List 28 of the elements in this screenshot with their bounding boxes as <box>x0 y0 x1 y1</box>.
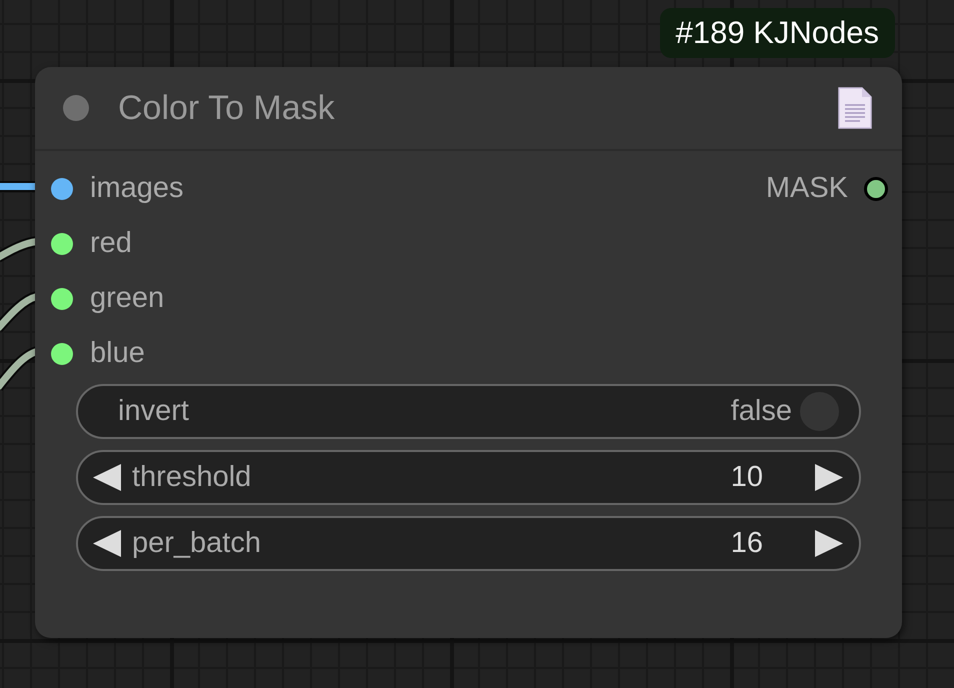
input-label: images <box>90 172 184 205</box>
node-card[interactable]: Color To Mask images MASK red green blue invert false threshold 10 per_batch 16 <box>35 67 902 638</box>
input-label: blue <box>90 337 145 370</box>
input-label: green <box>90 282 164 315</box>
round-dot-icon[interactable] <box>63 95 89 121</box>
input-socket-icon[interactable] <box>51 288 73 310</box>
left-arrow-icon[interactable] <box>93 464 121 491</box>
number-widget[interactable]: per_batch 16 <box>76 516 861 571</box>
node-badge: #189 KJNodes <box>660 8 895 58</box>
widget-label: per_batch <box>132 527 261 560</box>
right-arrow-icon[interactable] <box>815 464 843 491</box>
input-label: red <box>90 227 132 260</box>
document-icon[interactable] <box>838 87 872 129</box>
toggle-widget[interactable]: invert false <box>76 384 861 439</box>
widget-value: 10 <box>730 461 763 494</box>
left-arrow-icon[interactable] <box>93 530 121 557</box>
input-socket-icon[interactable] <box>51 178 73 200</box>
output-label: MASK <box>766 172 848 205</box>
widget-value: 16 <box>730 527 763 560</box>
output-socket-icon[interactable] <box>864 176 888 200</box>
input-socket-icon[interactable] <box>51 342 73 364</box>
number-widget[interactable]: threshold 10 <box>76 450 861 505</box>
right-arrow-icon[interactable] <box>815 530 843 557</box>
widget-value: false <box>730 395 792 428</box>
node-title: Color To Mask <box>118 88 336 128</box>
widget-label: invert <box>118 395 189 428</box>
input-socket-icon[interactable] <box>51 232 73 254</box>
widget-label: threshold <box>132 461 252 494</box>
